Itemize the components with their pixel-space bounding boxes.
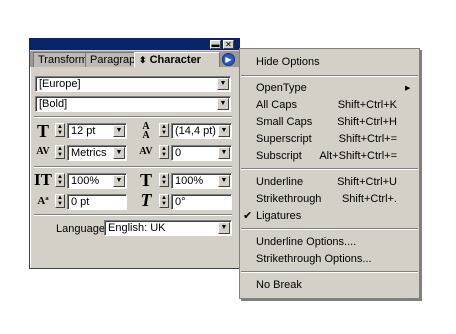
language-select[interactable]: English: UK (104, 220, 232, 236)
submenu-arrow-icon: ▶ (405, 85, 411, 92)
divider (34, 214, 232, 216)
checkmark-icon: ✔ (243, 210, 253, 222)
horizontal-scale-icon: T (139, 170, 152, 190)
font-size-icon: T (36, 121, 49, 141)
menu-item-ligatures[interactable]: Ligatures (256, 208, 301, 224)
menu-item-opentype[interactable]: OpenType (256, 80, 307, 96)
chevron-down-icon[interactable]: ▼ (217, 78, 229, 90)
tab-transform[interactable]: Transform (33, 52, 93, 67)
baseline-shift-icon: Aª (37, 195, 49, 207)
hscale-spinner[interactable]: ▲ ▼ (159, 173, 169, 187)
menu-separator (241, 228, 418, 230)
chevron-down-icon[interactable]: ▼ (113, 175, 125, 187)
baseline-shift-field[interactable]: 0 pt (67, 194, 127, 210)
kerning-icon: AV (36, 146, 50, 157)
tab-character[interactable]: ⬍ Character (134, 52, 220, 67)
menu-separator (241, 271, 418, 273)
chevron-down-icon[interactable]: ▼ (113, 125, 125, 137)
shortcut-strikethrough: Shift+Ctrl+. (341, 193, 397, 205)
shortcut-underline: Shift+Ctrl+U (337, 176, 397, 188)
font-style-field[interactable]: [Bold] (35, 96, 231, 112)
skew-spinner[interactable]: ▲ ▼ (159, 194, 169, 208)
shortcut-all-caps: Shift+Ctrl+K (337, 99, 397, 111)
divider (34, 116, 232, 118)
kerning-spinner[interactable]: ▲ ▼ (55, 145, 65, 159)
skew-field[interactable]: 0° (171, 194, 232, 210)
leading-spinner[interactable]: ▲ ▼ (159, 123, 169, 137)
tab-character-label: Character (149, 54, 201, 66)
leading-icon: AA (142, 121, 150, 141)
menu-item-all-caps[interactable]: All Caps (256, 97, 297, 113)
panel-menu-button[interactable]: ▶ (222, 53, 235, 66)
chevron-down-icon[interactable]: ▼ (218, 222, 230, 234)
font-family-value: [Europe] (39, 78, 81, 90)
skew-icon: T (140, 190, 152, 210)
menu-item-hide-options[interactable]: Hide Options (256, 54, 320, 70)
baseline-shift-value: 0 pt (71, 196, 90, 208)
language-label: Language: (56, 223, 108, 235)
menu-separator (241, 75, 418, 77)
shortcut-superscript: Shift+Ctrl+= (338, 133, 397, 145)
vertical-scale-icon: IT (34, 170, 52, 189)
shortcut-small-caps: Shift+Ctrl+H (337, 116, 397, 128)
font-family-field[interactable]: [Europe] (35, 76, 231, 92)
chevron-down-icon[interactable]: ▼ (113, 147, 125, 159)
shortcut-subscript: Alt+Shift+Ctrl+= (319, 150, 397, 162)
size-spinner[interactable]: ▲ ▼ (55, 123, 65, 137)
chevron-down-icon[interactable]: ▼ (217, 98, 229, 110)
tracking-spinner[interactable]: ▲ ▼ (159, 145, 169, 159)
updown-icon: ⬍ (139, 55, 147, 65)
minimize-icon[interactable]: ▬ (210, 40, 221, 49)
triangle-right-icon: ▶ (225, 55, 232, 64)
menu-item-underline[interactable]: Underline (256, 174, 303, 190)
language-value: English: UK (108, 222, 166, 234)
vscale-spinner[interactable]: ▲ ▼ (55, 173, 65, 187)
close-icon[interactable]: ✕ (223, 40, 234, 49)
skew-value: 0° (175, 196, 186, 208)
divider (34, 166, 232, 168)
menu-item-subscript[interactable]: Subscript (256, 148, 302, 164)
menu-item-no-break[interactable]: No Break (256, 277, 302, 293)
chevron-down-icon[interactable]: ▼ (218, 175, 230, 187)
tracking-icon: AV (139, 146, 153, 157)
font-style-value: [Bold] (39, 98, 68, 110)
chevron-down-icon[interactable]: ▼ (218, 125, 230, 137)
chevron-down-icon[interactable]: ▼ (218, 147, 230, 159)
menu-item-underline-options[interactable]: Underline Options.... (256, 234, 356, 250)
menu-item-strikethrough-options[interactable]: Strikethrough Options... (256, 251, 372, 267)
menu-separator (241, 168, 418, 170)
tab-transform-label: Transform (38, 54, 88, 66)
panel-title-bar[interactable] (29, 38, 240, 50)
baseline-spinner[interactable]: ▲ ▼ (55, 194, 65, 208)
